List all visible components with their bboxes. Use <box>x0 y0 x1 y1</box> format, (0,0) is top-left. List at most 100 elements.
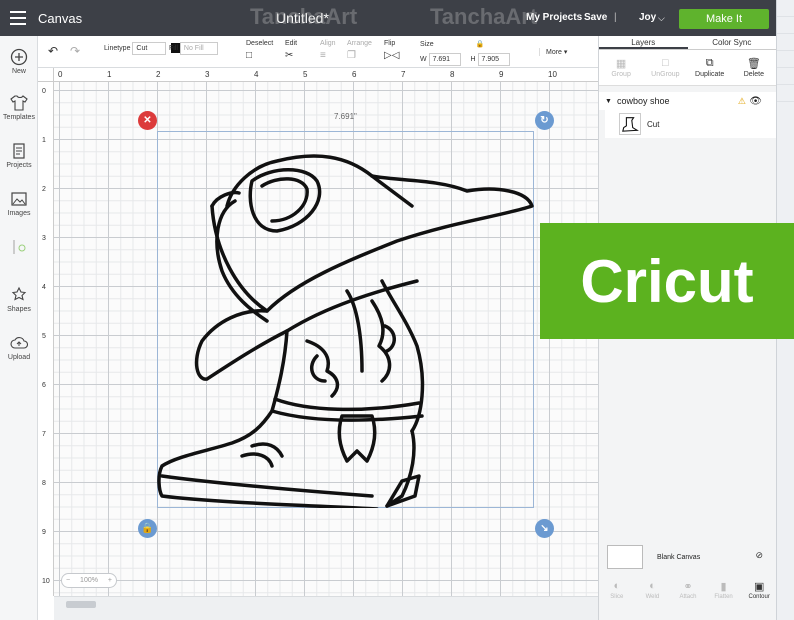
ruler-tick-label: 7 <box>401 70 406 79</box>
rotate-handle-icon[interactable]: ↻ <box>535 111 554 130</box>
eye-hidden-icon[interactable]: ⊘ <box>755 550 763 561</box>
flip-button[interactable]: Flip ▷◁ <box>384 40 399 61</box>
sidebar-item-templates[interactable]: Templates <box>0 94 38 121</box>
contour-icon: ▣ <box>753 581 765 593</box>
ungroup-button[interactable]: □ UnGroup <box>643 50 687 85</box>
undo-icon[interactable]: ↶ <box>48 44 58 58</box>
sidebar-item-images[interactable]: Images <box>0 190 38 217</box>
blank-canvas-row[interactable]: Blank Canvas ⊘ <box>607 544 767 570</box>
flip-icon: ▷◁ <box>384 50 400 61</box>
document-title[interactable]: Untitled* <box>276 10 329 26</box>
sidebar-label: New <box>11 68 26 75</box>
hamburger-menu-icon[interactable] <box>0 0 36 36</box>
delete-button[interactable]: 🗑 Delete <box>732 50 776 85</box>
cricut-brand-badge: Cricut <box>540 223 794 339</box>
trash-icon: 🗑 <box>746 58 761 70</box>
layer-actions: ▦ Group □ UnGroup ⧉ Duplicate 🗑 Delete <box>599 50 776 86</box>
linetype-select[interactable]: Cut <box>132 42 167 55</box>
duplicate-label: Duplicate <box>695 71 725 78</box>
deselect-button[interactable]: Deselect □ <box>246 40 273 61</box>
duplicate-button[interactable]: ⧉ Duplicate <box>688 50 732 85</box>
vertical-ruler: 0 1 2 3 4 5 6 7 8 9 10 <box>38 82 54 596</box>
tab-color-sync[interactable]: Color Sync <box>688 36 777 49</box>
delete-label: Delete <box>743 71 764 78</box>
sidebar-item-shapes[interactable]: Shapes <box>0 286 38 313</box>
slice-icon: ◐ <box>613 580 621 592</box>
arrange-button[interactable]: Arrange ❐ <box>347 40 372 61</box>
fill-control[interactable]: Fill No Fill <box>169 40 218 55</box>
ruler-tick-label: 3 <box>205 70 210 79</box>
sidebar-item-new[interactable]: New <box>0 48 38 75</box>
caret-down-icon[interactable]: ▼ <box>605 98 612 105</box>
sidebar-label: Images <box>7 210 31 217</box>
more-button[interactable]: More ▾ <box>539 48 567 56</box>
scrollbar-thumb[interactable] <box>66 601 96 608</box>
save-button[interactable]: Save <box>584 12 607 23</box>
align-icon: ≡ <box>320 50 326 61</box>
flip-label: Flip <box>384 40 396 47</box>
zoom-out-icon[interactable]: − <box>66 577 70 584</box>
flatten-icon: ▮ <box>720 581 727 593</box>
attach-icon: ⚭ <box>683 581 693 593</box>
panel-tabs: Layers Color Sync <box>599 36 776 50</box>
resize-handle-icon[interactable]: ↘ <box>535 519 554 538</box>
layer-group-row[interactable]: ▼ cowboy shoe ⚠ 👁 <box>599 92 776 110</box>
fill-select[interactable]: No Fill <box>179 42 218 55</box>
sidebar-item-projects[interactable]: Projects <box>0 142 38 169</box>
eye-icon[interactable]: 👁 <box>749 96 762 107</box>
warning-icon[interactable]: ⚠ <box>738 96 746 107</box>
cowboy-boot-hat-design[interactable] <box>157 131 534 508</box>
ruler-tick-label: 7 <box>42 431 46 438</box>
redo-icon[interactable]: ↷ <box>70 44 80 58</box>
sidebar-label: Templates <box>3 114 35 121</box>
make-it-button[interactable]: Make It <box>679 9 769 29</box>
ruler-tick-label: 6 <box>352 70 357 79</box>
ungroup-icon: □ <box>662 57 669 69</box>
edit-button[interactable]: Edit ✂ <box>285 40 297 61</box>
tab-layers[interactable]: Layers <box>599 36 688 49</box>
user-name[interactable]: Joy <box>639 12 656 23</box>
align-label: Align <box>320 40 336 47</box>
top-bar: Canvas Untitled* My Projects Save | Joy … <box>0 0 794 36</box>
zoom-control[interactable]: − 100% + <box>61 573 117 588</box>
slice-label: Slice <box>610 594 624 600</box>
ruler-tick-label: 4 <box>254 70 259 79</box>
sublayer-name: Cut <box>647 119 660 129</box>
ruler-tick-label: 1 <box>107 70 112 79</box>
group-label: Group <box>611 71 631 78</box>
align-button[interactable]: Align ≡ <box>320 40 336 61</box>
lock-handle-icon[interactable]: 🔒 <box>138 519 157 538</box>
height-input[interactable]: 7.905 <box>477 53 510 66</box>
sidebar-item-upload[interactable]: Upload <box>0 334 38 361</box>
blank-canvas-swatch[interactable] <box>607 545 643 569</box>
book-icon <box>13 143 25 159</box>
arrange-label: Arrange <box>347 40 372 47</box>
layer-item[interactable]: Cut <box>605 110 776 138</box>
flatten-button[interactable]: ▮ Flatten <box>706 574 742 606</box>
zoom-in-icon[interactable]: + <box>108 577 112 584</box>
fill-label: Fill <box>169 45 178 52</box>
attach-button[interactable]: ⚭ Attach <box>670 574 706 606</box>
scissors-icon: ✂ <box>285 50 294 61</box>
ruler-tick-label: 8 <box>42 480 46 487</box>
my-projects-link[interactable]: My Projects <box>526 12 582 23</box>
lock-icon[interactable]: 🔒 <box>476 41 485 48</box>
ruler-tick-label: 5 <box>42 333 46 340</box>
ruler-tick-label: 9 <box>42 529 46 536</box>
sidebar-label: Projects <box>6 162 32 169</box>
chevron-down-icon[interactable]: ⌵ <box>658 13 665 24</box>
ruler-tick-label: 1 <box>42 137 46 144</box>
slice-button[interactable]: ◐ Slice <box>599 574 635 606</box>
group-button[interactable]: ▦ Group <box>599 50 643 85</box>
shirt-icon <box>10 95 28 111</box>
horizontal-scrollbar[interactable] <box>54 596 598 620</box>
size-control: Size 🔒 W 7.691 H 7.905 <box>420 40 510 66</box>
ruler-tick-label: 4 <box>42 284 46 291</box>
width-input[interactable]: 7.691 <box>428 53 461 66</box>
duplicate-icon: ⧉ <box>705 57 714 69</box>
ruler-tick-label: 5 <box>303 70 308 79</box>
bottom-actions: ◐ Slice ◐ Weld ⚭ Attach ▮ Flatten ▣ Contour <box>599 574 777 606</box>
weld-button[interactable]: ◐ Weld <box>635 574 671 606</box>
delete-handle-icon[interactable]: ✕ <box>138 111 157 130</box>
contour-button[interactable]: ▣ Contour <box>741 574 777 606</box>
